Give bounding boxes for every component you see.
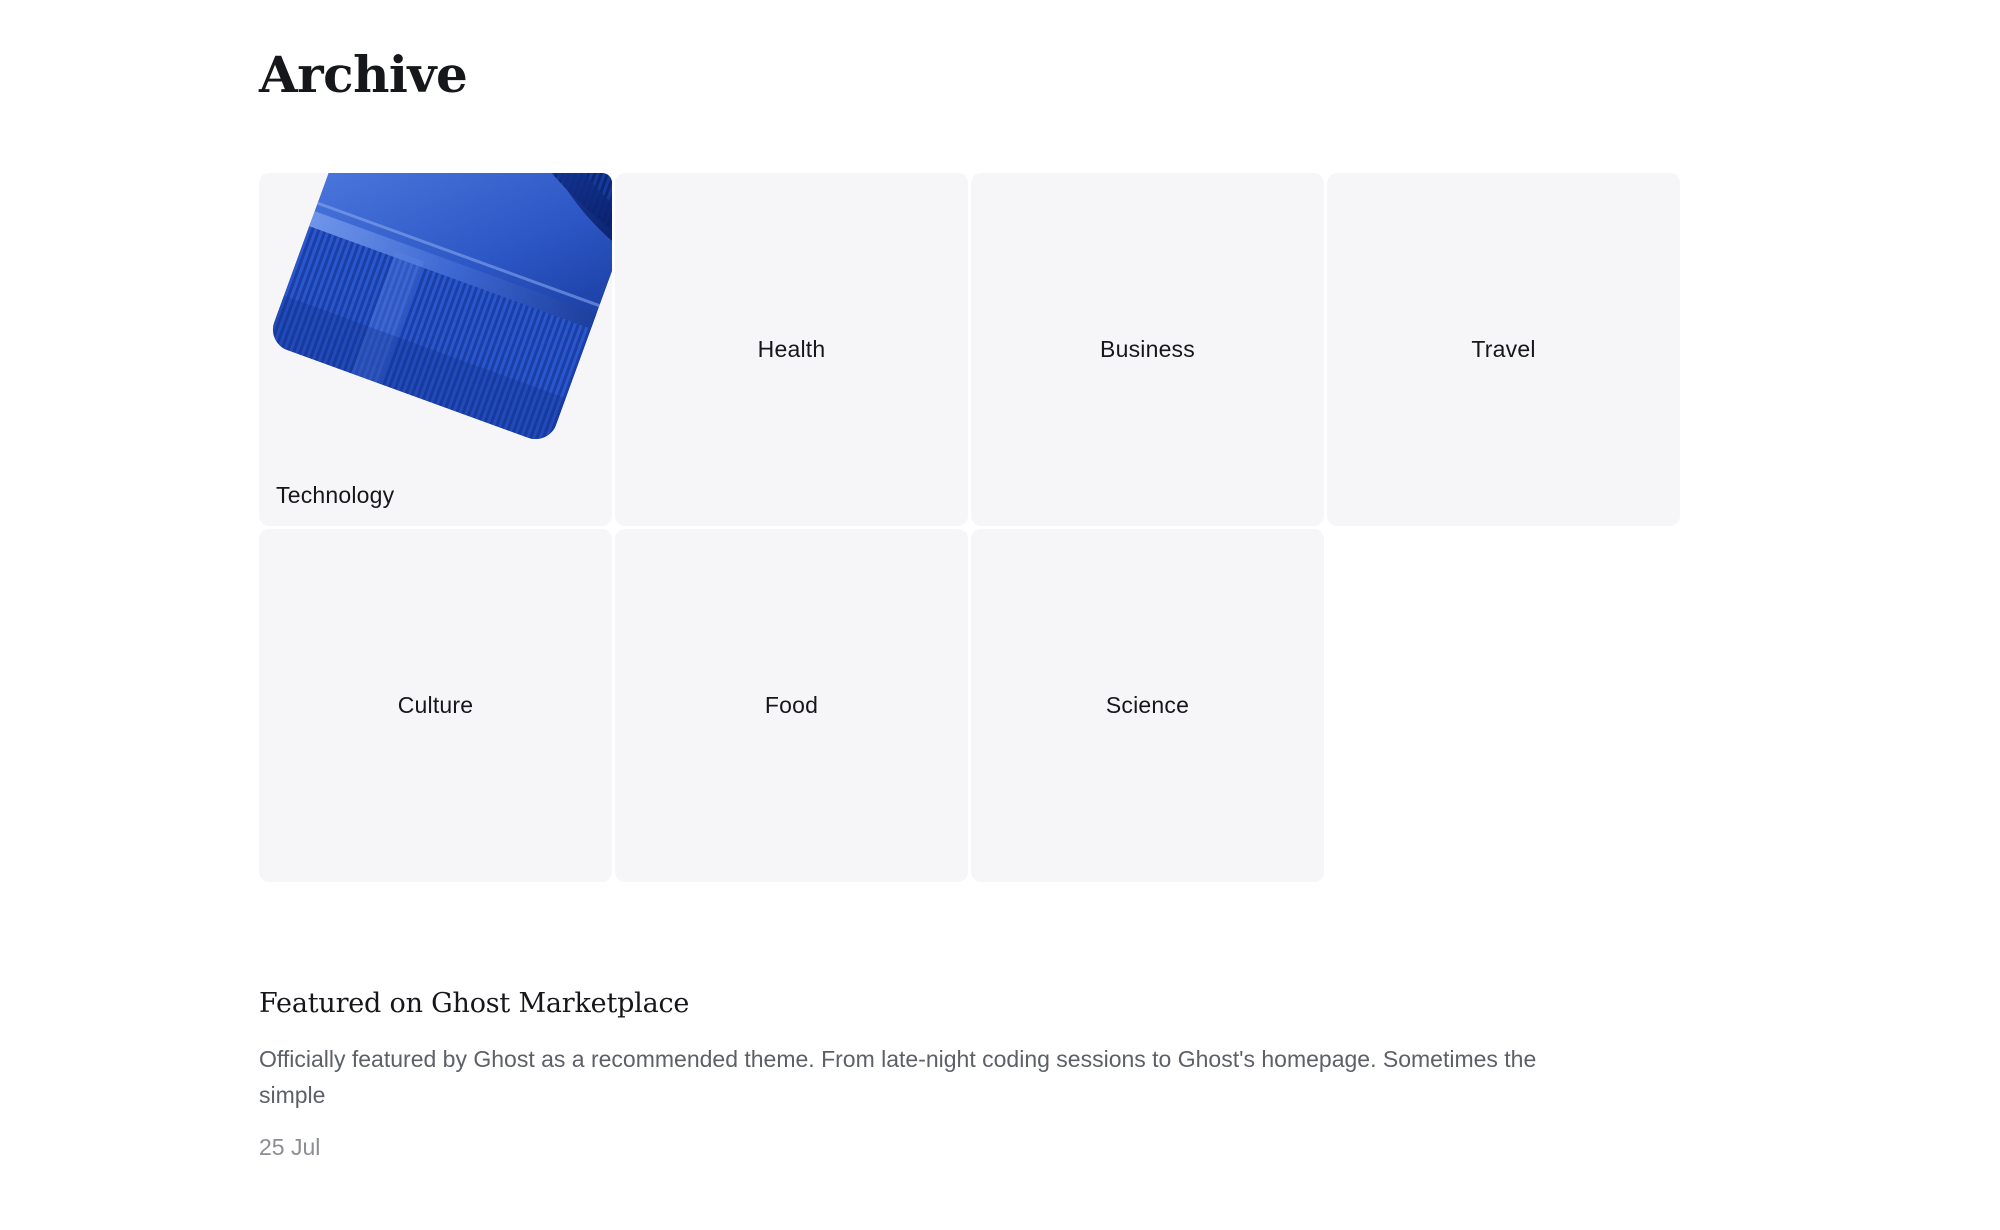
tag-grid: Technology Health Business Travel Cultur…: [259, 173, 1680, 882]
tag-name: Business: [1100, 336, 1195, 362]
tag-name: Culture: [397, 692, 474, 718]
tag-image-technology: [266, 173, 612, 446]
tag-card-business[interactable]: Business: [971, 173, 1324, 526]
tag-card-travel[interactable]: Travel: [1327, 173, 1680, 526]
tag-card-food[interactable]: Food: [615, 529, 968, 882]
tag-card-science[interactable]: Science: [971, 529, 1324, 882]
tag-card-technology[interactable]: Technology: [259, 173, 612, 526]
tag-card-culture[interactable]: Culture: [259, 529, 612, 882]
post-title-link[interactable]: Featured on Ghost Marketplace: [259, 985, 1579, 1023]
tag-name: Technology: [276, 482, 395, 508]
tag-name: Science: [1105, 692, 1190, 718]
tag-card-health[interactable]: Health: [615, 173, 968, 526]
tag-name: Food: [764, 692, 819, 718]
page-title: Archive: [259, 45, 468, 104]
abstract-blue-shape-icon: [266, 173, 612, 446]
tag-name: Travel: [1471, 336, 1536, 362]
post-excerpt: Officially featured by Ghost as a recomm…: [259, 1046, 1537, 1108]
tag-name: Health: [757, 336, 826, 362]
post-date: 25 Jul: [259, 1134, 321, 1160]
featured-post: Featured on Ghost Marketplace Officially…: [259, 985, 1579, 1163]
